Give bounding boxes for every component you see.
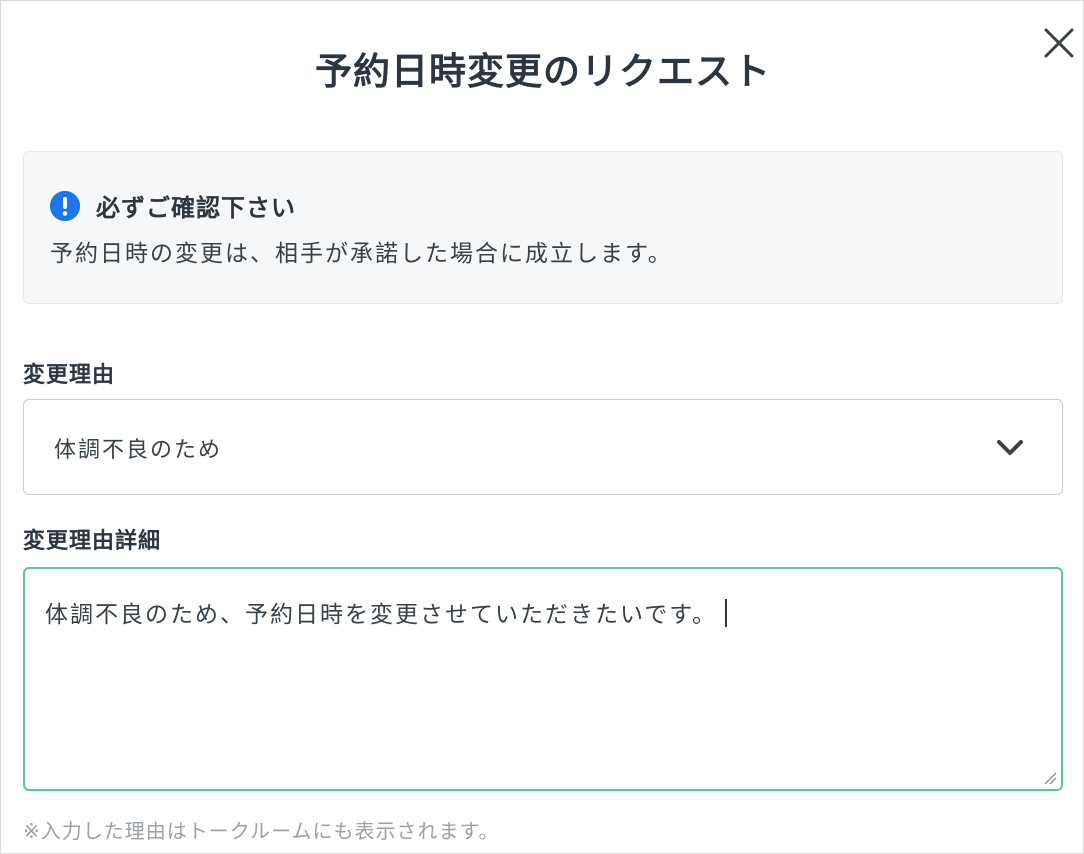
footnote: ※入力した理由はトークルームにも表示されます。 [23, 819, 500, 843]
reason-select-value: 体調不良のため [54, 438, 223, 463]
detail-label: 変更理由詳細 [23, 529, 162, 554]
alert-circle-icon [50, 190, 80, 221]
detail-textarea[interactable]: 体調不良のため、予約日時を変更させていただきたいです。 [23, 567, 1063, 791]
dialog-title: 予約日時変更のリクエスト [315, 50, 771, 93]
chevron-down-icon [994, 434, 1026, 462]
resize-handle-icon[interactable] [1043, 771, 1057, 785]
reschedule-request-dialog: 予約日時変更のリクエスト 必ずご確認下さい 予約日時の変更は、相手が承諾した場合… [0, 0, 1084, 854]
notice-body: 予約日時の変更は、相手が承諾した場合に成立します。 [50, 241, 673, 267]
text-caret [725, 599, 728, 627]
notice-title: 必ずご確認下さい [96, 194, 296, 222]
reason-label: 変更理由 [23, 363, 116, 388]
notice-box: 必ずご確認下さい 予約日時の変更は、相手が承諾した場合に成立します。 [23, 151, 1063, 304]
notice-header: 必ずご確認下さい [50, 188, 296, 223]
reason-select[interactable]: 体調不良のため [23, 399, 1063, 495]
detail-text: 体調不良のため、予約日時を変更させていただきたいです。 [45, 602, 718, 628]
detail-textarea-value: 体調不良のため、予約日時を変更させていただきたいです。 [45, 595, 728, 629]
